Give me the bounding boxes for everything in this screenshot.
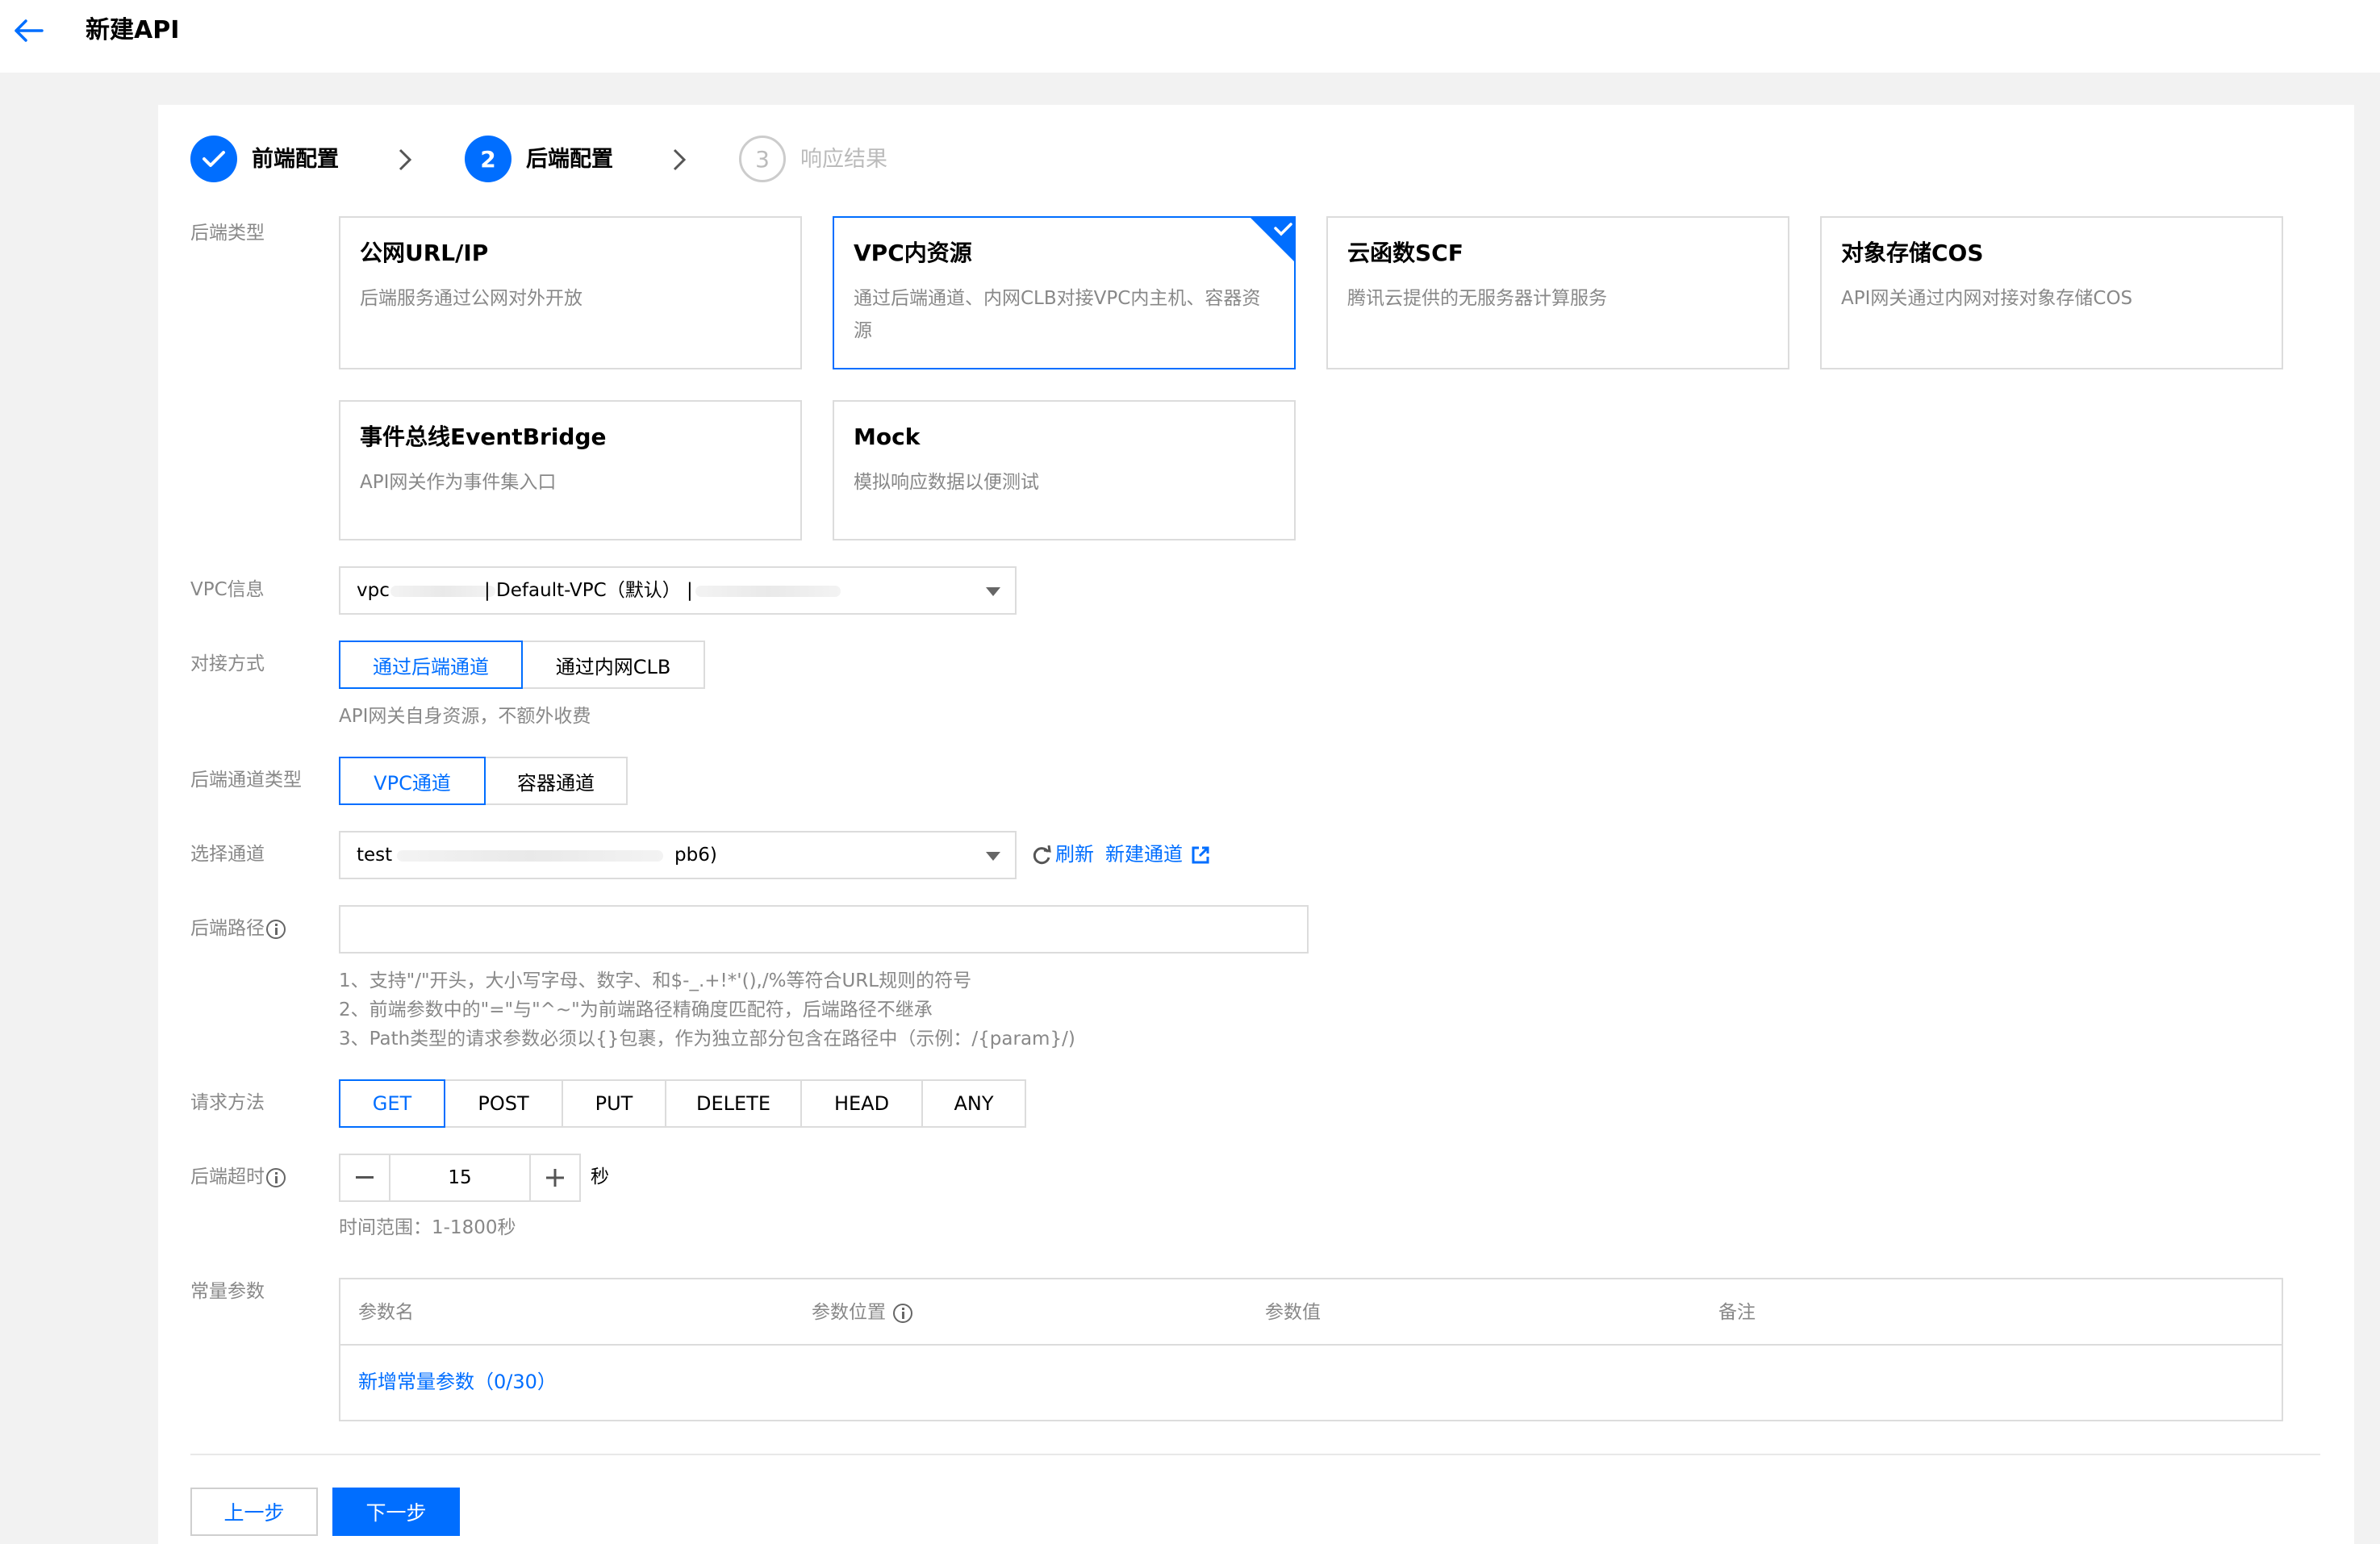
- create-channel-link[interactable]: 新建通道: [1105, 841, 1183, 868]
- card-title: 云函数SCF: [1347, 240, 1463, 266]
- backend-path-input[interactable]: [339, 905, 1309, 954]
- timeout-value[interactable]: 15: [390, 1155, 529, 1200]
- card-desc: 后端服务通过公网对外开放: [360, 288, 582, 309]
- step-3-label: 响应结果: [800, 147, 887, 172]
- channel-select[interactable]: test pb6): [339, 831, 1017, 879]
- back-arrow-icon[interactable]: [13, 18, 45, 44]
- increment-button[interactable]: [529, 1155, 579, 1200]
- card-desc: 通过后端通道、内网CLB对接VPC内主机、容器资源: [854, 288, 1261, 341]
- timeout-label: 后端超时: [190, 1163, 286, 1191]
- card-desc: 腾讯云提供的无服务器计算服务: [1347, 288, 1607, 309]
- plus-icon: [546, 1169, 564, 1187]
- selected-corner-check-icon: [1249, 216, 1296, 263]
- backend-type-card-cos[interactable]: 对象存储COS API网关通过内网对接对象存储COS: [1820, 216, 2283, 369]
- vpc-select-name: | Default-VPC（默认） |: [484, 580, 693, 601]
- card-title: 公网URL/IP: [360, 240, 489, 266]
- card-title: Mock: [854, 424, 921, 450]
- col-remark: 备注: [1718, 1302, 1756, 1323]
- step-1-circle: [190, 136, 237, 182]
- next-button[interactable]: 下一步: [332, 1488, 460, 1536]
- method-put[interactable]: PUT: [562, 1079, 666, 1128]
- card-title: 事件总线EventBridge: [360, 424, 607, 450]
- refresh-link[interactable]: 刷新: [1055, 841, 1094, 868]
- refresh-icon[interactable]: [1031, 845, 1052, 866]
- channel-type-label: 后端通道类型: [190, 770, 302, 791]
- channel-select-label: 选择通道: [190, 844, 265, 865]
- const-params-table: 参数名 参数位置 参数值 备注 新增常量参数（0/30）: [339, 1278, 2283, 1421]
- chevron-down-icon: [986, 587, 1000, 596]
- chevron-right-icon: [399, 148, 412, 171]
- step-3-circle: 3: [739, 136, 786, 182]
- step-2-circle: 2: [465, 136, 511, 182]
- info-icon[interactable]: [266, 919, 286, 939]
- card-title: 对象存储COS: [1841, 240, 1984, 266]
- info-icon[interactable]: [893, 1303, 913, 1323]
- divider: [190, 1454, 2320, 1455]
- connect-mode-label: 对接方式: [190, 653, 265, 674]
- timeout-unit: 秒: [591, 1166, 609, 1187]
- vpc-info-label: VPC信息: [190, 579, 265, 600]
- connect-mode-internal-clb[interactable]: 通过内网CLB: [521, 641, 705, 689]
- redacted-text: [390, 586, 495, 597]
- col-param-value: 参数值: [1265, 1302, 1321, 1323]
- backend-type-label: 后端类型: [190, 223, 265, 244]
- card-desc: API网关通过内网对接对象存储COS: [1841, 288, 2133, 309]
- backend-type-card-scf[interactable]: 云函数SCF 腾讯云提供的无服务器计算服务: [1326, 216, 1789, 369]
- connect-mode-hint: API网关自身资源，不额外收费: [339, 706, 591, 727]
- timeout-hint: 时间范围：1-1800秒: [339, 1217, 516, 1238]
- method-get[interactable]: GET: [339, 1079, 445, 1128]
- backend-type-card-eventbridge[interactable]: 事件总线EventBridge API网关作为事件集入口: [339, 400, 802, 540]
- redacted-text: [397, 850, 663, 862]
- method-head[interactable]: HEAD: [800, 1079, 923, 1128]
- backend-path-hint-1: 1、支持"/"开头，大小写字母、数字、和$-_.+!*'(),/%等符合URL规…: [339, 970, 972, 991]
- col-param-name: 参数名: [358, 1302, 414, 1323]
- check-icon: [203, 151, 225, 167]
- chevron-down-icon: [986, 852, 1000, 861]
- method-any[interactable]: ANY: [921, 1079, 1026, 1128]
- minus-icon: [356, 1176, 374, 1179]
- backend-path-label: 后端路径: [190, 915, 286, 942]
- backend-type-card-public-url[interactable]: 公网URL/IP 后端服务通过公网对外开放: [339, 216, 802, 369]
- prev-button[interactable]: 上一步: [190, 1488, 318, 1536]
- top-header: 新建API: [0, 0, 2380, 73]
- vpc-select-prefix: vpc: [357, 580, 390, 601]
- card-desc: 模拟响应数据以便测试: [854, 472, 1039, 493]
- add-const-param-link[interactable]: 新增常量参数（0/30）: [358, 1368, 557, 1396]
- method-label: 请求方法: [190, 1092, 265, 1113]
- method-delete[interactable]: DELETE: [665, 1079, 802, 1128]
- channel-type-vpc[interactable]: VPC通道: [339, 757, 486, 805]
- connect-mode-backend-channel[interactable]: 通过后端通道: [339, 641, 523, 689]
- backend-path-hint-2: 2、前端参数中的"="与"^~"为前端路径精确度匹配符，后端路径不继承: [339, 999, 933, 1020]
- card-title: VPC内资源: [854, 240, 972, 266]
- channel-select-suffix: pb6): [674, 845, 717, 866]
- backend-path-hint-3: 3、Path类型的请求参数必须以{}包裹，作为独立部分包含在路径中（示例：/{p…: [339, 1029, 1075, 1050]
- backend-type-card-mock[interactable]: Mock 模拟响应数据以便测试: [833, 400, 1296, 540]
- col-param-position: 参数位置: [812, 1299, 913, 1326]
- method-post[interactable]: POST: [444, 1079, 563, 1128]
- channel-type-container[interactable]: 容器通道: [484, 757, 628, 805]
- const-params-label: 常量参数: [190, 1281, 265, 1302]
- card-desc: API网关作为事件集入口: [360, 472, 557, 493]
- vpc-select[interactable]: vpc | Default-VPC（默认） |: [339, 566, 1017, 615]
- timeout-label-text: 后端超时: [190, 1166, 265, 1187]
- channel-select-prefix: test: [357, 845, 393, 866]
- col-param-position-text: 参数位置: [812, 1302, 886, 1323]
- backend-type-card-vpc[interactable]: VPC内资源 通过后端通道、内网CLB对接VPC内主机、容器资源: [833, 216, 1296, 369]
- page-title: 新建API: [86, 16, 180, 44]
- step-1-label: 前端配置: [252, 147, 339, 172]
- table-header: 参数名 参数位置 参数值 备注: [340, 1279, 2282, 1346]
- info-icon[interactable]: [266, 1167, 286, 1187]
- redacted-text: [695, 586, 841, 597]
- external-link-icon[interactable]: [1191, 845, 1210, 865]
- step-2-label: 后端配置: [526, 147, 613, 172]
- decrement-button[interactable]: [340, 1155, 390, 1200]
- backend-path-label-text: 后端路径: [190, 918, 265, 939]
- timeout-stepper: 15: [339, 1154, 581, 1202]
- chevron-right-icon: [673, 148, 687, 171]
